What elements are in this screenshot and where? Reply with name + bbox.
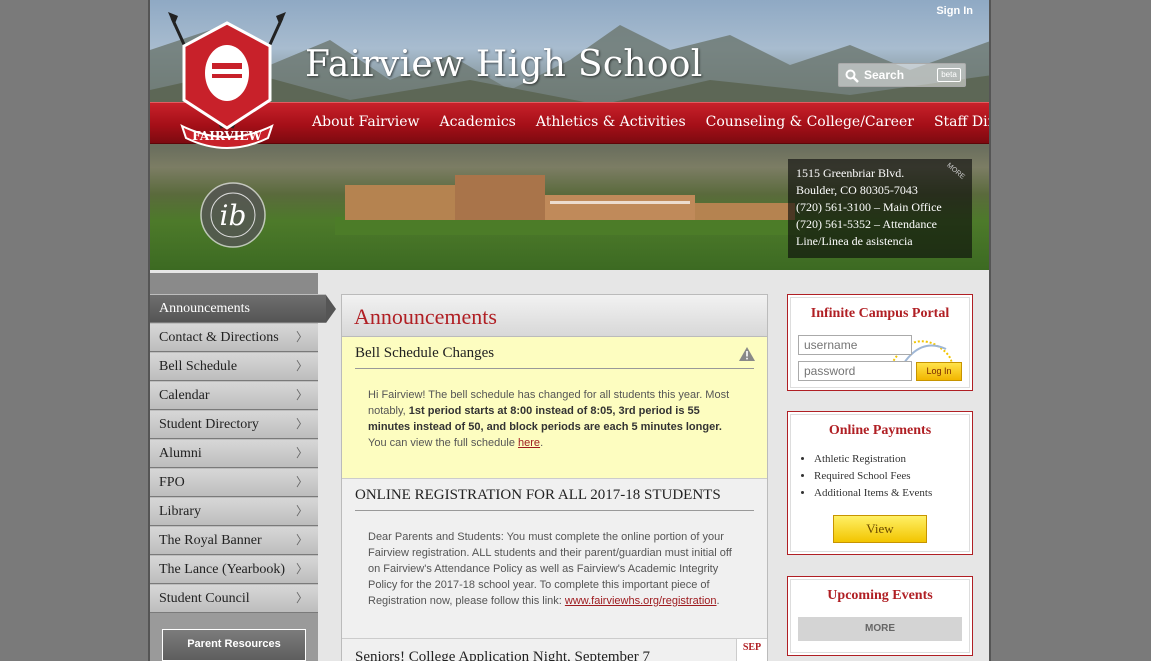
- sidebar-item-library[interactable]: Library 〉: [150, 497, 318, 526]
- chevron-right-icon: 〉: [295, 359, 308, 373]
- announcement-title: Seniors! College Application Night, Sept…: [355, 649, 650, 661]
- school-building-image: [335, 175, 805, 235]
- announcement-item: ONLINE REGISTRATION FOR ALL 2017-18 STUD…: [342, 479, 767, 639]
- nav-about[interactable]: About Fairview: [302, 114, 430, 130]
- site-header: Fairview High School Sign In Search beta…: [150, 0, 989, 270]
- chevron-right-icon: 〉: [295, 504, 308, 518]
- sign-in-link[interactable]: Sign In: [936, 5, 973, 17]
- sidebar-item-contact[interactable]: Contact & Directions 〉: [150, 323, 318, 352]
- announcement-body: Hi Fairview! The bell schedule has chang…: [368, 389, 730, 449]
- announcement-item: Seniors! College Application Night, Sept…: [342, 639, 767, 661]
- widget-title: Upcoming Events: [827, 588, 933, 603]
- upcoming-events-widget: Upcoming Events MORE: [787, 576, 973, 656]
- sidebar-item-bell-schedule[interactable]: Bell Schedule 〉: [150, 352, 318, 381]
- svg-text:FAIRVIEW: FAIRVIEW: [192, 129, 262, 143]
- widget-title: Infinite Campus Portal: [810, 306, 950, 321]
- list-item: Athletic Registration: [814, 451, 972, 468]
- search-box[interactable]: Search beta: [838, 63, 966, 87]
- search-label: Search: [864, 68, 905, 82]
- warning-icon: [739, 347, 755, 361]
- list-item: Additional Items & Events: [814, 485, 972, 502]
- phone-attendance: (720) 561-5352 – Attendance: [796, 217, 937, 231]
- parent-resources-heading[interactable]: Parent Resources: [162, 629, 306, 661]
- nav-academics[interactable]: Academics: [430, 114, 526, 130]
- username-field[interactable]: [798, 335, 912, 355]
- nav-counseling[interactable]: Counseling & College/Career: [696, 114, 924, 130]
- events-more-button[interactable]: MORE: [798, 617, 962, 641]
- announcement-item: Bell Schedule Changes Hi Fairview! The b…: [342, 337, 767, 479]
- ib-world-school-logo: ib: [200, 182, 266, 248]
- beta-badge: beta: [937, 68, 961, 82]
- search-icon: [845, 69, 859, 83]
- announcements-panel: Announcements Bell Schedule Changes Hi F…: [341, 294, 768, 661]
- sidebar-item-announcements[interactable]: Announcements: [150, 294, 336, 323]
- online-payments-widget: Online Payments Athletic Registration Re…: [787, 411, 973, 555]
- widget-title: Online Payments: [828, 423, 932, 438]
- chevron-right-icon: 〉: [295, 388, 308, 402]
- announcement-body: Dear Parents and Students: You must comp…: [368, 531, 732, 607]
- announcement-title: ONLINE REGISTRATION FOR ALL 2017-18 STUD…: [355, 487, 754, 511]
- chevron-right-icon: 〉: [295, 591, 308, 605]
- schedule-link[interactable]: here: [518, 437, 540, 449]
- sidebar-item-calendar[interactable]: Calendar 〉: [150, 381, 318, 410]
- sidebar: Announcements Contact & Directions 〉 Bell…: [150, 273, 336, 661]
- nav-athletics[interactable]: Athletics & Activities: [526, 114, 696, 130]
- address-line: Boulder, CO 80305-7043: [796, 183, 918, 197]
- sidebar-item-yearbook[interactable]: The Lance (Yearbook) 〉: [150, 555, 318, 584]
- payments-list: Athletic Registration Required School Fe…: [788, 439, 972, 502]
- nav-staff-directory[interactable]: Staff Directory: [924, 114, 989, 130]
- svg-text:ib: ib: [220, 199, 247, 232]
- school-name: Fairview High School: [305, 44, 703, 85]
- chevron-right-icon: 〉: [295, 330, 308, 344]
- chevron-right-icon: 〉: [295, 562, 308, 576]
- registration-link[interactable]: www.fairviewhs.org/registration: [565, 595, 717, 607]
- list-item: Required School Fees: [814, 468, 972, 485]
- fairview-knight-logo[interactable]: FAIRVIEW: [162, 8, 292, 158]
- sidebar-item-student-directory[interactable]: Student Directory 〉: [150, 410, 318, 439]
- date-badge: SEP: [736, 639, 767, 661]
- main-nav: About Fairview Academics Athletics & Act…: [302, 114, 989, 130]
- sidebar-item-fpo[interactable]: FPO 〉: [150, 468, 318, 497]
- phone-main: (720) 561-3100 – Main Office: [796, 200, 942, 214]
- announcement-title: Bell Schedule Changes: [355, 345, 754, 369]
- chevron-right-icon: 〉: [295, 475, 308, 489]
- sidebar-item-student-council[interactable]: Student Council 〉: [150, 584, 318, 613]
- log-in-button[interactable]: Log In: [916, 362, 962, 381]
- address-line: 1515 Greenbriar Blvd.: [796, 166, 905, 180]
- address-box: 1515 Greenbriar Blvd. Boulder, CO 80305-…: [788, 159, 972, 258]
- password-field[interactable]: [798, 361, 912, 381]
- attendance-line-label: Line/Linea de asistencia: [796, 234, 913, 248]
- chevron-right-icon: 〉: [295, 417, 308, 431]
- sidebar-item-alumni[interactable]: Alumni 〉: [150, 439, 318, 468]
- chevron-right-icon: 〉: [295, 446, 308, 460]
- sidebar-item-royal-banner[interactable]: The Royal Banner 〉: [150, 526, 318, 555]
- chevron-right-icon: 〉: [295, 533, 308, 547]
- page: Fairview High School Sign In Search beta…: [148, 0, 991, 661]
- infinite-campus-widget: Infinite Campus Portal Log In: [787, 294, 973, 391]
- page-title: Announcements: [342, 295, 767, 337]
- view-payments-button[interactable]: View: [833, 515, 927, 543]
